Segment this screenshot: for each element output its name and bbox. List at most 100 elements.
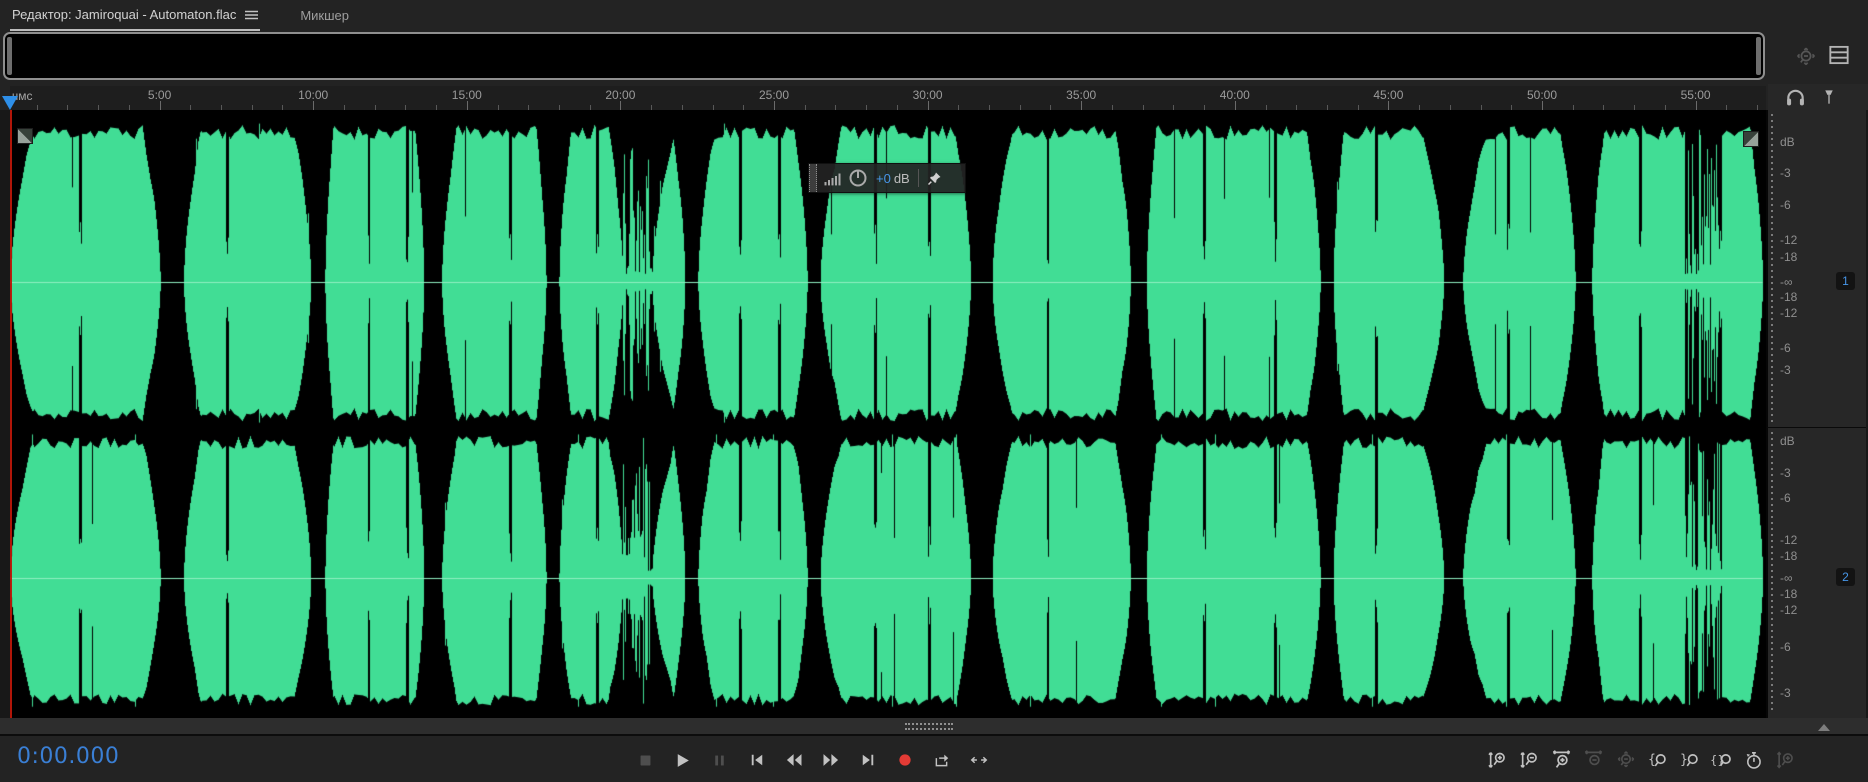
zoom-to-selection-button[interactable]: {} (1710, 749, 1733, 772)
ruler-tick (313, 101, 315, 110)
ruler-tick (1388, 101, 1390, 110)
fade-out-handle[interactable] (1743, 131, 1759, 147)
zoom-reset-button[interactable] (1614, 749, 1637, 772)
panel-tab-bar: Редактор: Jamiroquai - Automaton.flac Ми… (0, 0, 1868, 31)
db-label: -18 (1780, 250, 1798, 264)
db-label: -6 (1780, 341, 1791, 355)
db-label: -18 (1780, 549, 1798, 563)
ruler-tick (620, 101, 622, 110)
playhead-line[interactable] (10, 110, 12, 718)
db-label: -∞ (1780, 571, 1793, 585)
ruler-tick (1695, 101, 1697, 110)
skip-to-end-button[interactable] (856, 749, 879, 772)
ruler-tick-label: 30:00 (912, 88, 943, 102)
gain-unit-label: dB (893, 170, 910, 186)
timer-zoom-button[interactable] (1742, 749, 1765, 772)
zoom-reset-icon[interactable] (1794, 45, 1818, 69)
db-label: -6 (1780, 640, 1791, 654)
ruler-tick (927, 101, 929, 110)
transport-controls (634, 738, 990, 782)
zoom-toolbar: {} {} (1486, 738, 1797, 782)
zoom-in-left-edge-button[interactable]: { (1646, 749, 1669, 772)
panel-drag-grip[interactable] (905, 723, 953, 730)
db-label: -12 (1780, 233, 1798, 247)
zoom-out-amplitude-button[interactable] (1518, 749, 1541, 772)
zoom-in-amplitude-button[interactable] (1486, 749, 1509, 772)
skip-to-start-button[interactable] (745, 749, 768, 772)
record-button[interactable] (893, 749, 916, 772)
rewind-button[interactable] (782, 749, 805, 772)
ruler-tick-label: 10:00 (298, 88, 329, 102)
channel-tools-corner (1768, 84, 1868, 110)
db-label: -3 (1780, 686, 1791, 700)
ruler-tick (159, 101, 161, 110)
ruler-tick-label: 35:00 (1066, 88, 1097, 102)
ruler-tick-label: 25:00 (758, 88, 790, 102)
ruler-tick-label: 15:00 (451, 88, 482, 102)
db-label: -18 (1780, 290, 1798, 304)
gain-hud[interactable]: +0 dB (808, 163, 966, 193)
panel-layout-icon[interactable] (1826, 42, 1852, 68)
db-label: dB (1780, 135, 1795, 149)
ruler-tick (1081, 101, 1083, 110)
channel-1-badge[interactable]: 1 (1836, 272, 1855, 290)
tab-editor[interactable]: Редактор: Jamiroquai - Automaton.flac (10, 0, 261, 31)
ruler-tick (1234, 101, 1236, 110)
zoom-in-right-edge-button[interactable]: } (1678, 749, 1701, 772)
ruler-tick (466, 101, 468, 110)
db-label: -12 (1780, 533, 1798, 547)
ruler-tick-label: 20:00 (605, 88, 636, 102)
db-label: -3 (1780, 166, 1791, 180)
db-label: -∞ (1780, 275, 1793, 289)
hud-divider (917, 169, 919, 187)
ruler-tick (774, 101, 775, 110)
tab-mixer-label: Микшер (300, 8, 349, 23)
gain-knob-icon[interactable] (848, 168, 868, 188)
hud-pin-icon[interactable] (927, 171, 942, 186)
headphones-icon[interactable] (1784, 86, 1807, 109)
overview-right-handle[interactable] (1756, 37, 1761, 75)
db-label: -6 (1780, 491, 1791, 505)
overview-range-selector[interactable] (3, 32, 1765, 80)
ruler-tick-label: 45:00 (1373, 88, 1404, 102)
db-label: -6 (1780, 198, 1791, 212)
overview-left-handle[interactable] (7, 37, 12, 75)
tab-editor-label: Редактор: Jamiroquai - Automaton.flac (12, 7, 237, 22)
time-display[interactable]: 0:00.000 (17, 744, 119, 769)
gain-value[interactable]: +0 (876, 171, 891, 186)
play-button[interactable] (671, 749, 694, 772)
ruler-tick-label: 50:00 (1526, 88, 1558, 102)
timeline-ruler[interactable]: чмс 5:00 10:00 15:00 20:00 25:00 30:00 35:00 40… (10, 86, 1766, 110)
channel-2-badge[interactable]: 2 (1836, 568, 1855, 586)
db-label: -12 (1780, 306, 1798, 320)
hud-drag-grip[interactable] (809, 164, 817, 192)
db-ruler-channel-1[interactable]: dB -3 -6 -12 -18 -∞ -18 -12 -6 -3 (1766, 110, 1866, 427)
ruler-tick-label: 55:00 (1680, 88, 1711, 102)
skip-selection-button[interactable] (967, 749, 990, 772)
panel-menu-icon[interactable] (245, 10, 259, 20)
stop-button[interactable] (634, 749, 657, 772)
pause-button[interactable] (708, 749, 731, 772)
zoom-in-time-button[interactable] (1550, 749, 1573, 772)
ruler-tick-label: 5:00 (147, 88, 172, 102)
db-label: -3 (1780, 363, 1791, 377)
ruler-tick (1542, 101, 1543, 110)
db-label: -18 (1780, 587, 1798, 601)
expand-panel-arrow-icon[interactable] (1818, 724, 1830, 731)
db-label: -3 (1780, 466, 1791, 480)
db-ruler-ticks (1771, 432, 1773, 714)
zoom-out-time-button[interactable] (1582, 749, 1605, 772)
pin-tool-icon[interactable] (1819, 86, 1839, 108)
volume-level-icon (824, 170, 842, 186)
loop-playback-button[interactable] (930, 749, 953, 772)
tab-mixer[interactable]: Микшер (298, 0, 351, 31)
fast-forward-button[interactable] (819, 749, 842, 772)
db-label: -12 (1780, 603, 1798, 617)
vertical-scale-zoom-button[interactable] (1774, 749, 1797, 772)
fade-in-handle[interactable] (17, 128, 33, 144)
playhead-marker[interactable] (2, 96, 18, 110)
db-ruler-ticks (1771, 114, 1773, 423)
ruler-tick-label: 40:00 (1219, 88, 1250, 102)
waveform-display[interactable] (10, 110, 1766, 718)
db-label: dB (1780, 434, 1795, 448)
